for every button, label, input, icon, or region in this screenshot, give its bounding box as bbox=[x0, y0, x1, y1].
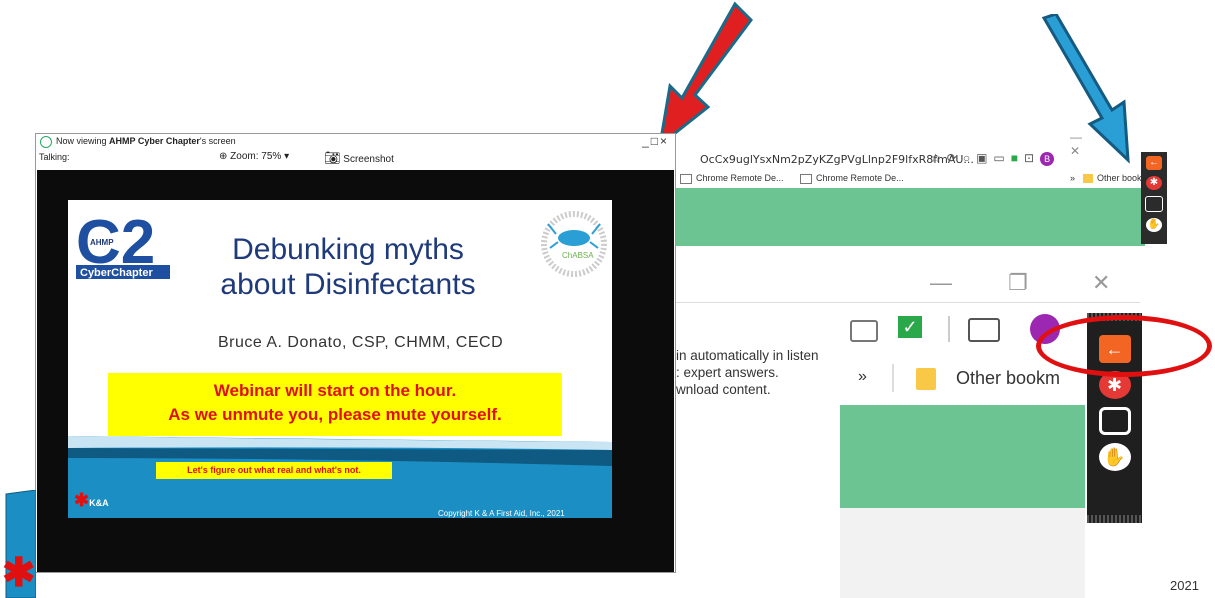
toolbar-separator bbox=[948, 316, 950, 342]
presentation-slide: C2 AHMP CyberChapter ChABSA Debunking my… bbox=[68, 200, 612, 518]
screenshot-button[interactable]: 📷︎ Screenshot bbox=[324, 150, 394, 166]
bookmark-item[interactable]: Chrome Remote De... bbox=[680, 173, 784, 184]
toolbar-grip[interactable] bbox=[1087, 515, 1142, 523]
zoomed-window-controls[interactable]: — ❐ ✕ bbox=[930, 270, 1110, 296]
slide-title: Debunking myths about Disinfectants bbox=[220, 233, 476, 301]
slide-corner-decoration: ✱ bbox=[2, 490, 36, 598]
hand-icon[interactable]: ✋ bbox=[1098, 443, 1131, 471]
highlight-ellipse bbox=[1036, 315, 1212, 377]
close-icon[interactable]: ✕ bbox=[1092, 270, 1110, 295]
talking-label: Talking: bbox=[39, 152, 70, 162]
viewer-toolbar: Talking: ⊕ Zoom: 75% ▾ 📷︎ Screenshot bbox=[36, 150, 675, 170]
viewer-window-controls[interactable]: _□× bbox=[642, 134, 669, 148]
remote-toolbar-small: ← ✱ ✋ bbox=[1141, 152, 1167, 244]
back-arrow-icon[interactable]: ← bbox=[1146, 156, 1162, 170]
bookmark-item[interactable]: Chrome Remote De... bbox=[800, 173, 904, 184]
chat-icon[interactable] bbox=[850, 320, 878, 342]
check-ext-icon[interactable]: ■ bbox=[1011, 151, 1024, 165]
page-header-green-zoomed bbox=[840, 405, 1085, 508]
zoom-dropdown[interactable]: ⊕ Zoom: 75% ▾ bbox=[219, 151, 289, 162]
c2-cyberchapter-logo: C2 AHMP CyberChapter bbox=[76, 208, 170, 279]
footer-year: 2021 bbox=[1170, 578, 1199, 593]
chat-icon[interactable]: ▭ bbox=[993, 151, 1010, 165]
cast-icon[interactable] bbox=[968, 318, 1000, 342]
folder-icon bbox=[916, 368, 936, 390]
chevron-down-icon: ▾ bbox=[281, 151, 290, 162]
star-icon[interactable]: ☆ bbox=[930, 151, 947, 165]
mute-icon[interactable]: ✱ bbox=[1146, 176, 1162, 190]
restore-icon[interactable]: ❐ bbox=[1008, 270, 1028, 295]
slide-tagline: Let's figure out what real and what's no… bbox=[156, 462, 392, 479]
popup-description: in automatically in listen : expert answ… bbox=[676, 348, 819, 397]
window-icon[interactable] bbox=[1098, 407, 1131, 435]
slide-copyright: Copyright K & A First Aid, Inc., 2021 bbox=[438, 509, 565, 518]
app-logo-icon bbox=[40, 136, 52, 148]
remote-desktop-icon bbox=[680, 173, 692, 184]
page-body-zoomed bbox=[840, 508, 1085, 598]
slide-banner: Webinar will start on the hour. As we un… bbox=[108, 373, 562, 436]
viewer-titlebar: Now viewing AHMP Cyber Chapter's screen … bbox=[36, 134, 675, 150]
separator bbox=[892, 364, 894, 392]
extension-icon[interactable]: ⟳ bbox=[947, 151, 963, 165]
svg-text:ChABSA: ChABSA bbox=[562, 251, 594, 260]
bookmarks-overflow[interactable]: » bbox=[858, 368, 867, 386]
divider bbox=[675, 302, 1140, 303]
other-bookmarks-small[interactable]: » Other bookm bbox=[1070, 173, 1149, 184]
other-bookmarks[interactable]: Other bookm bbox=[956, 368, 1060, 389]
chabsa-logo: ChABSA bbox=[541, 211, 607, 277]
svg-text:AHMP: AHMP bbox=[90, 238, 114, 247]
shared-screen: C2 AHMP CyberChapter ChABSA Debunking my… bbox=[37, 170, 674, 572]
circle-icon[interactable]: ○ bbox=[963, 151, 976, 165]
svg-text:CyberChapter: CyberChapter bbox=[80, 267, 153, 279]
viewer-title: Now viewing AHMP Cyber Chapter's screen bbox=[56, 136, 236, 146]
zoom-icon: ⊕ bbox=[219, 151, 231, 162]
ka-logo: ✱K&A bbox=[74, 490, 109, 510]
window-icon[interactable] bbox=[1145, 196, 1163, 212]
screen-share-viewer: Now viewing AHMP Cyber Chapter's screen … bbox=[35, 133, 676, 573]
gray-ext-icon[interactable]: ▣ bbox=[976, 151, 993, 165]
svg-text:✱: ✱ bbox=[2, 551, 36, 595]
check-ext-icon[interactable]: ✓ bbox=[898, 316, 922, 338]
page-header-green bbox=[675, 188, 1145, 246]
camera-icon: 📷︎ bbox=[324, 150, 341, 165]
blue-arrow bbox=[1041, 14, 1130, 164]
folder-icon bbox=[1083, 174, 1094, 184]
bookmarks-bar: Chrome Remote De... Chrome Remote De... bbox=[680, 173, 918, 184]
minimize-icon[interactable]: — bbox=[930, 270, 952, 295]
slide-author: Bruce A. Donato, CSP, CHMM, CECD bbox=[218, 334, 504, 351]
remote-desktop-icon bbox=[800, 173, 813, 184]
hand-icon[interactable]: ✋ bbox=[1146, 218, 1162, 232]
bookmarks-bar-zoomed: » Other bookm bbox=[840, 362, 1085, 396]
